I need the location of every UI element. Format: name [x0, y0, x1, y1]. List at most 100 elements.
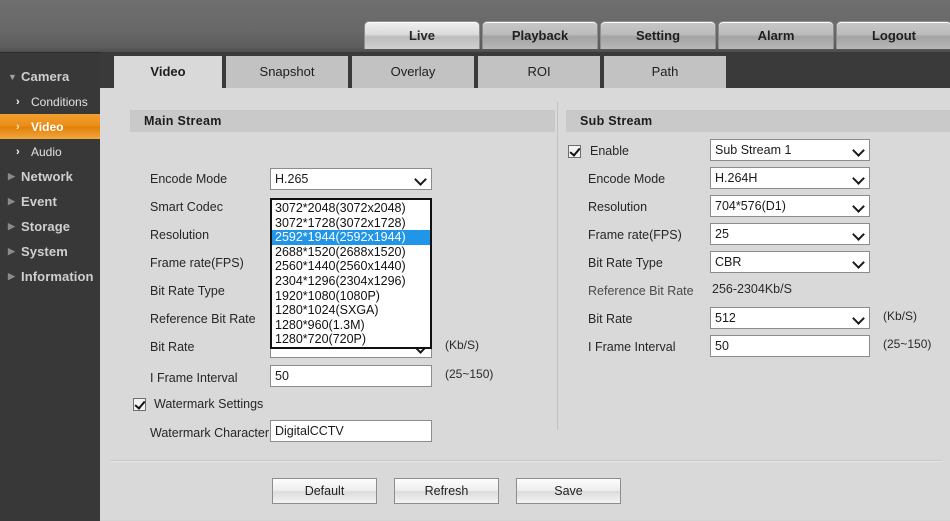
footer-button-row: Default Refresh Save: [272, 478, 638, 504]
footer-divider: [110, 460, 942, 462]
checkbox-watermark-settings[interactable]: [133, 397, 146, 411]
nav-tab-logout[interactable]: Logout: [836, 21, 950, 49]
content-area: Main Stream Encode Mode H.265 Smart Code…: [100, 88, 950, 520]
label-frame-rate-sub: Frame rate(FPS): [588, 228, 682, 242]
select-encode-mode-sub-value: H.264H: [715, 171, 758, 185]
select-encode-mode-main[interactable]: H.265: [270, 168, 432, 190]
label-i-frame-interval-sub: I Frame Interval: [588, 340, 676, 354]
nav-tab-setting[interactable]: Setting: [600, 21, 716, 49]
select-resolution-sub[interactable]: 704*576(D1): [710, 195, 870, 217]
chevron-right-icon: ›: [16, 120, 20, 133]
sidebar-item-label: Audio: [31, 144, 62, 159]
sidebar-item-label: Network: [21, 169, 73, 184]
chevron-down-icon: [415, 173, 427, 185]
content-tab-strip: Video Snapshot Overlay ROI Path: [100, 52, 950, 88]
dropdown-option[interactable]: 2560*1440(2560x1440): [272, 259, 430, 274]
tab-video[interactable]: Video: [114, 56, 222, 88]
triangle-right-icon: ▶: [8, 196, 16, 206]
camera-video-settings-page: Live Playback Setting Alarm Logout ▼ Cam…: [0, 0, 950, 521]
sidebar-item-storage[interactable]: ▶ Storage: [0, 214, 100, 239]
triangle-right-icon: ▶: [8, 221, 16, 231]
label-bit-rate-main: Bit Rate: [150, 340, 195, 354]
tab-snapshot[interactable]: Snapshot: [226, 56, 348, 88]
dropdown-option[interactable]: 2304*1296(2304x1296): [272, 274, 430, 289]
sidebar-item-conditions[interactable]: › Conditions: [0, 89, 100, 114]
sidebar-item-label: System: [21, 244, 68, 259]
top-nav: Live Playback Setting Alarm Logout: [364, 21, 950, 49]
chevron-down-icon: [853, 172, 865, 184]
input-i-frame-interval-main[interactable]: 50: [270, 365, 432, 387]
select-bit-rate-type-sub-value: CBR: [715, 255, 742, 269]
label-frame-rate-main: Frame rate(FPS): [150, 256, 244, 270]
dropdown-option[interactable]: 2688*1520(2688x1520): [272, 245, 430, 260]
label-watermark-character: Watermark Character: [150, 426, 270, 440]
sidebar-item-network[interactable]: ▶ Network: [0, 164, 100, 189]
sidebar-item-information[interactable]: ▶ Information: [0, 264, 100, 289]
main-stream-title: Main Stream: [130, 110, 555, 132]
label-watermark-settings: Watermark Settings: [154, 397, 264, 411]
unit-i-frame-interval-main: (25~150): [445, 367, 494, 381]
tab-overlay[interactable]: Overlay: [352, 56, 474, 88]
select-encode-mode-sub[interactable]: H.264H: [710, 167, 870, 189]
sidebar-item-label: Conditions: [31, 94, 88, 109]
sidebar-item-label: Event: [21, 194, 57, 209]
tab-roi[interactable]: ROI: [478, 56, 600, 88]
label-reference-bit-rate-sub: Reference Bit Rate: [588, 284, 694, 298]
label-resolution-main: Resolution: [150, 228, 210, 242]
dropdown-option[interactable]: 1280*960(1.3M): [272, 318, 430, 333]
unit-bit-rate-sub: (Kb/S): [883, 309, 918, 323]
select-frame-rate-sub-value: 25: [715, 227, 729, 241]
select-bit-rate-sub[interactable]: 512: [710, 307, 870, 329]
dropdown-option[interactable]: 1920*1080(1080P): [272, 289, 430, 304]
chevron-down-icon: [853, 228, 865, 240]
triangle-right-icon: ▶: [8, 246, 16, 256]
triangle-right-icon: ▶: [8, 271, 16, 281]
sidebar-item-label: Camera: [21, 69, 70, 84]
dropdown-option-selected[interactable]: 2592*1944(2592x1944): [272, 230, 430, 245]
refresh-button[interactable]: Refresh: [394, 478, 499, 504]
sidebar-item-system[interactable]: ▶ System: [0, 239, 100, 264]
unit-bit-rate-main: (Kb/S): [445, 338, 480, 352]
triangle-right-icon: ▶: [8, 171, 16, 181]
input-watermark-character[interactable]: DigitalCCTV: [270, 420, 432, 442]
input-i-frame-interval-sub[interactable]: 50: [710, 335, 870, 357]
resolution-dropdown-list[interactable]: 3072*2048(3072x2048) 3072*1728(3072x1728…: [270, 198, 432, 349]
checkbox-sub-stream-enable[interactable]: [568, 144, 581, 158]
chevron-down-icon: [853, 144, 865, 156]
label-bit-rate-type-sub: Bit Rate Type: [588, 256, 663, 270]
tab-path[interactable]: Path: [604, 56, 726, 88]
label-sub-stream-enable: Enable: [590, 144, 629, 158]
nav-tab-alarm[interactable]: Alarm: [718, 21, 834, 49]
label-encode-mode-sub: Encode Mode: [588, 172, 666, 186]
sidebar-item-audio[interactable]: › Audio: [0, 139, 100, 164]
select-sub-stream-channel-value: Sub Stream 1: [715, 143, 792, 157]
select-bit-rate-type-sub[interactable]: CBR: [710, 251, 870, 273]
nav-tab-playback[interactable]: Playback: [482, 21, 598, 49]
sidebar-item-label: Information: [21, 269, 94, 284]
chevron-down-icon: [853, 200, 865, 212]
sidebar-item-event[interactable]: ▶ Event: [0, 189, 100, 214]
sidebar-item-label: Video: [31, 119, 64, 134]
select-frame-rate-sub[interactable]: 25: [710, 223, 870, 245]
dropdown-option[interactable]: 1280*720(720P): [272, 332, 430, 347]
default-button[interactable]: Default: [272, 478, 377, 504]
select-bit-rate-sub-value: 512: [715, 311, 736, 325]
nav-tab-live[interactable]: Live: [364, 21, 480, 49]
chevron-right-icon: ›: [16, 145, 20, 158]
select-resolution-sub-value: 704*576(D1): [715, 199, 786, 213]
label-reference-bit-rate-main: Reference Bit Rate: [150, 312, 256, 326]
select-sub-stream-channel[interactable]: Sub Stream 1: [710, 139, 870, 161]
sidebar-item-video[interactable]: › Video: [0, 114, 100, 139]
sidebar-item-camera[interactable]: ▼ Camera: [0, 64, 100, 89]
triangle-down-icon: ▼: [8, 71, 18, 82]
value-reference-bit-rate-sub: 256-2304Kb/S: [712, 282, 792, 296]
dropdown-option[interactable]: 1280*1024(SXGA): [272, 303, 430, 318]
sidebar: ▼ Camera › Conditions › Video › Audio ▶ …: [0, 52, 100, 521]
unit-i-frame-interval-sub: (25~150): [883, 337, 932, 351]
chevron-down-icon: [853, 256, 865, 268]
dropdown-option[interactable]: 3072*1728(3072x1728): [272, 216, 430, 231]
save-button[interactable]: Save: [516, 478, 621, 504]
chevron-right-icon: ›: [16, 95, 20, 108]
label-bit-rate-type-main: Bit Rate Type: [150, 284, 225, 298]
dropdown-option[interactable]: 3072*2048(3072x2048): [272, 201, 430, 216]
